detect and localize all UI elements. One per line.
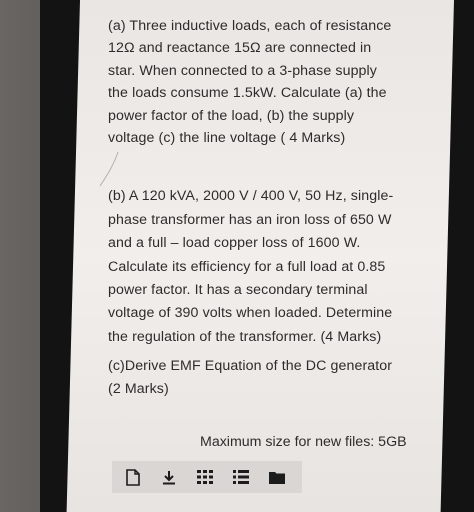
question-b-line: Calculate its efficiency for a full load…	[108, 258, 386, 275]
question-a-line: (a) Three inductive loads, each of resis…	[108, 18, 392, 34]
question-a-line: voltage (c) the line voltage ( 4 Marks)	[108, 130, 346, 147]
question-c-line: (2 Marks)	[108, 381, 169, 398]
download-icon[interactable]	[158, 465, 180, 489]
question-b-line: and a full – load copper loss of 1600 W.	[108, 235, 361, 252]
photo-background: (a) Three inductive loads, each of resis…	[0, 0, 474, 512]
question-b-line: (b) A 120 kVA, 2000 V / 400 V, 50 Hz, si…	[108, 188, 394, 205]
list-icon[interactable]	[230, 465, 252, 489]
grid-icon[interactable]	[194, 465, 216, 489]
question-a: (a) Three inductive loads, each of resis…	[108, 15, 438, 149]
file-icon[interactable]	[122, 465, 144, 489]
question-b: (b) A 120 kVA, 2000 V / 400 V, 50 Hz, si…	[108, 185, 438, 349]
max-size-label: Maximum size for new files: 5GB	[200, 434, 407, 450]
question-b-line: the regulation of the transformer. (4 Ma…	[108, 328, 382, 345]
question-a-line: star. When connected to a 3-phase supply	[108, 62, 377, 79]
question-c: (c)Derive EMF Equation of the DC generat…	[108, 355, 438, 401]
question-a-line: power factor of the load, (b) the supply	[108, 107, 355, 124]
folder-icon[interactable]	[266, 465, 288, 489]
editor-toolbar	[112, 461, 302, 493]
question-a-line: 12Ω and reactance 15Ω are connected in	[108, 40, 372, 57]
question-text: (a) Three inductive loads, each of resis…	[108, 15, 438, 401]
question-b-line: phase transformer has an iron loss of 65…	[108, 211, 392, 228]
question-c-line: (c)Derive EMF Equation of the DC generat…	[108, 358, 393, 375]
question-b-line: voltage of 390 volts when loaded. Determ…	[108, 305, 393, 322]
question-a-line: the loads consume 1.5kW. Calculate (a) t…	[108, 85, 387, 102]
question-b-line: power factor. It has a secondary termina…	[108, 282, 368, 299]
